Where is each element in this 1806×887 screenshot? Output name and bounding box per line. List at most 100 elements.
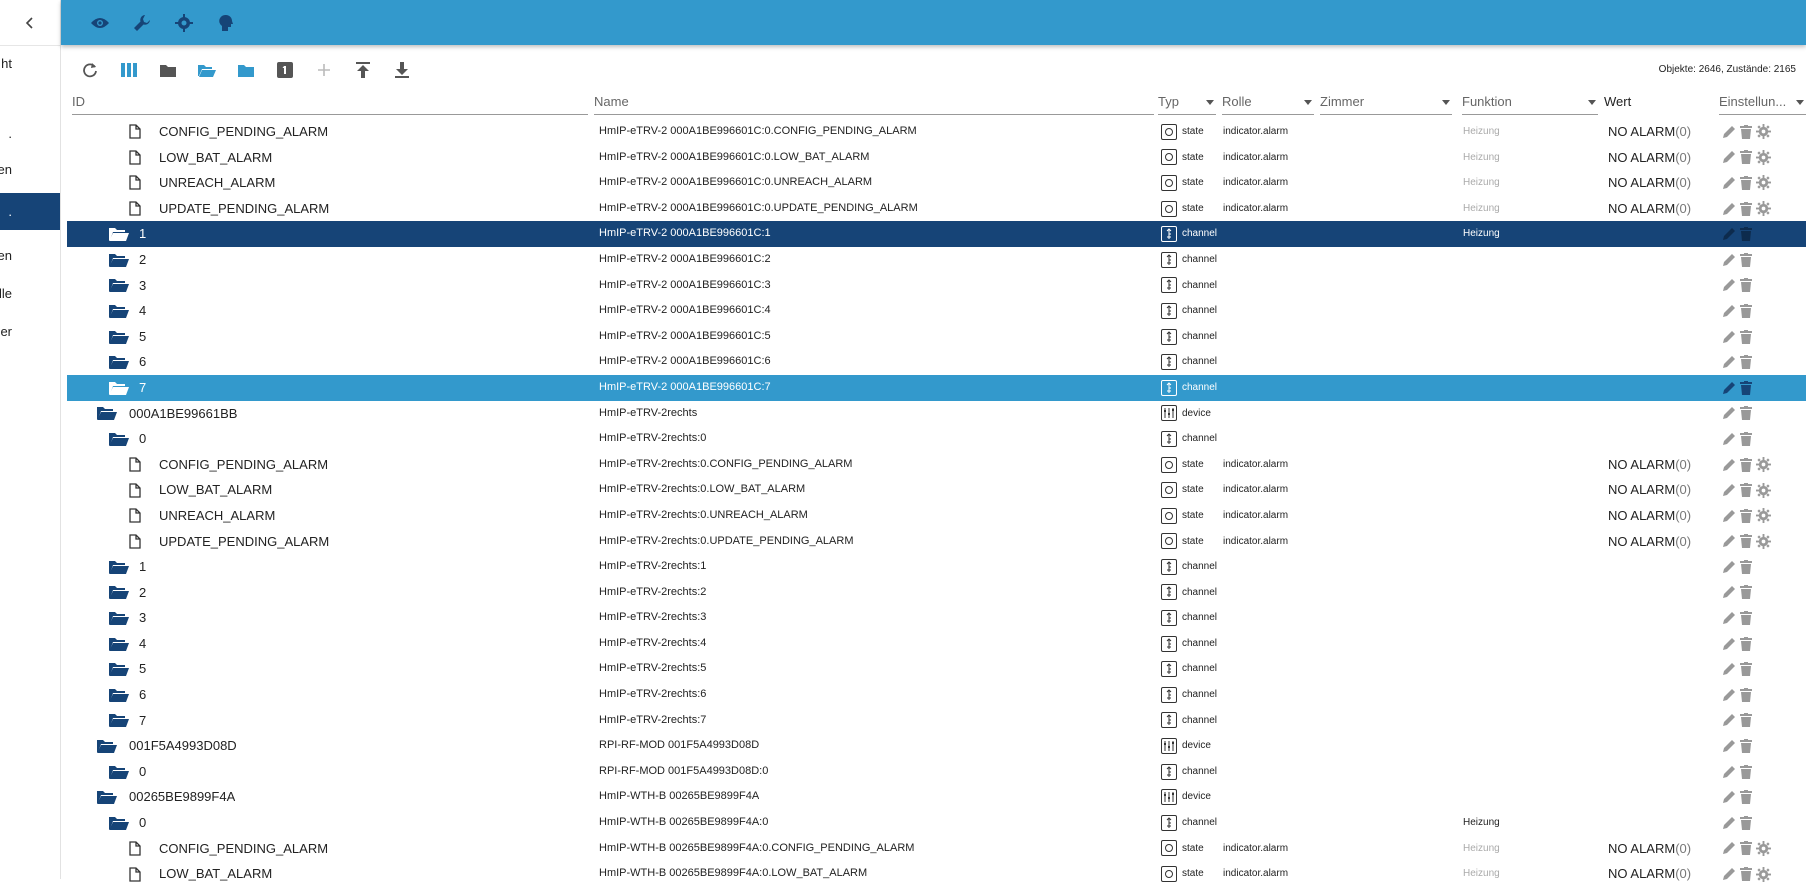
column-header-funktion[interactable]: Funktion bbox=[1462, 92, 1598, 115]
sidebar-item[interactable]: ht bbox=[0, 45, 60, 82]
delete-trash-icon[interactable] bbox=[1740, 406, 1752, 421]
file-icon[interactable] bbox=[129, 201, 141, 216]
delete-trash-icon[interactable] bbox=[1740, 227, 1752, 242]
delete-trash-icon[interactable] bbox=[1740, 764, 1752, 779]
table-row[interactable]: 1 HmIP-eTRV-2rechts:1 channel bbox=[67, 554, 1806, 580]
object-value[interactable]: NO ALARM(0) bbox=[1608, 145, 1691, 171]
edit-pencil-icon[interactable] bbox=[1722, 458, 1736, 472]
settings-gear-icon[interactable] bbox=[1756, 201, 1771, 217]
file-icon[interactable] bbox=[129, 508, 141, 523]
dropdown-arrow-icon[interactable] bbox=[1304, 100, 1312, 105]
delete-trash-icon[interactable] bbox=[1740, 585, 1752, 600]
table-row[interactable]: 0 HmIP-WTH-B 00265BE9899F4A:0 channel Heizu… bbox=[67, 810, 1806, 836]
delete-trash-icon[interactable] bbox=[1740, 457, 1752, 472]
folder-open-icon[interactable] bbox=[97, 790, 117, 805]
delete-trash-icon[interactable] bbox=[1740, 483, 1752, 498]
object-value[interactable]: NO ALARM(0) bbox=[1608, 170, 1691, 196]
edit-pencil-icon[interactable] bbox=[1722, 688, 1736, 702]
edit-pencil-icon[interactable] bbox=[1722, 816, 1736, 830]
folder-open-icon[interactable] bbox=[109, 432, 129, 446]
settings-gear-icon[interactable] bbox=[1756, 457, 1771, 473]
edit-pencil-icon[interactable] bbox=[1722, 841, 1736, 855]
delete-trash-icon[interactable] bbox=[1740, 201, 1752, 216]
delete-trash-icon[interactable] bbox=[1740, 636, 1752, 651]
edit-pencil-icon[interactable] bbox=[1722, 406, 1736, 420]
folder-open-icon[interactable] bbox=[109, 560, 129, 574]
delete-trash-icon[interactable] bbox=[1740, 252, 1752, 267]
plus-icon[interactable] bbox=[312, 58, 336, 82]
table-row[interactable]: 1 HmIP-eTRV-2 000A1BE996601C:1 channel Heiz… bbox=[67, 221, 1806, 247]
folder-icon[interactable] bbox=[156, 58, 180, 82]
table-row[interactable]: 0 RPI-RF-MOD 001F5A4993D08D:0 channel bbox=[67, 759, 1806, 785]
column-header-rolle[interactable]: Rolle bbox=[1222, 92, 1314, 115]
delete-trash-icon[interactable] bbox=[1740, 175, 1752, 190]
edit-pencil-icon[interactable] bbox=[1722, 381, 1736, 395]
sidebar-item[interactable]: . bbox=[0, 115, 60, 152]
table-row[interactable]: 00265BE9899F4A HmIP-WTH-B 00265BE9899F4A d… bbox=[67, 784, 1806, 810]
object-value[interactable]: NO ALARM(0) bbox=[1608, 196, 1691, 222]
delete-trash-icon[interactable] bbox=[1740, 508, 1752, 523]
file-icon[interactable] bbox=[129, 866, 141, 882]
folder-open-icon[interactable] bbox=[195, 58, 219, 82]
settings-gear-icon[interactable] bbox=[1756, 840, 1771, 856]
edit-pencil-icon[interactable] bbox=[1722, 662, 1736, 676]
folder-open-icon[interactable] bbox=[109, 688, 129, 702]
settings-gear-icon[interactable] bbox=[1756, 149, 1771, 165]
table-row[interactable]: 6 HmIP-eTRV-2 000A1BE996601C:6 channel bbox=[67, 349, 1806, 375]
edit-pencil-icon[interactable] bbox=[1722, 713, 1736, 727]
folder-open-icon[interactable] bbox=[109, 816, 129, 830]
delete-trash-icon[interactable] bbox=[1740, 329, 1752, 344]
settings-gear-icon[interactable] bbox=[1756, 175, 1771, 191]
delete-trash-icon[interactable] bbox=[1740, 150, 1752, 165]
edit-pencil-icon[interactable] bbox=[1722, 176, 1736, 190]
object-value[interactable]: NO ALARM(0) bbox=[1608, 119, 1691, 145]
column-header-name[interactable]: Name bbox=[594, 92, 1154, 115]
sidebar-item[interactable]: ungen bbox=[0, 237, 60, 274]
table-row[interactable]: UNREACH_ALARM HmIP-eTRV-2 000A1BE996601C:… bbox=[67, 170, 1806, 196]
folder-open-icon[interactable] bbox=[109, 304, 129, 318]
delete-trash-icon[interactable] bbox=[1740, 815, 1752, 830]
table-row[interactable]: 0 HmIP-eTRV-2rechts:0 channel bbox=[67, 426, 1806, 452]
folder-open-icon[interactable] bbox=[97, 739, 117, 754]
folder-open-icon[interactable] bbox=[109, 713, 129, 728]
settings-gear-icon[interactable] bbox=[1756, 124, 1771, 140]
table-row[interactable]: 4 HmIP-eTRV-2rechts:4 channel bbox=[67, 631, 1806, 657]
column-header-zimmer[interactable]: Zimmer bbox=[1320, 92, 1452, 115]
edit-pencil-icon[interactable] bbox=[1722, 304, 1736, 318]
edit-pencil-icon[interactable] bbox=[1722, 509, 1736, 523]
folder-open-icon[interactable] bbox=[109, 278, 129, 293]
folder-open-icon[interactable] bbox=[109, 637, 129, 651]
delete-trash-icon[interactable] bbox=[1740, 841, 1752, 856]
object-value[interactable]: NO ALARM(0) bbox=[1608, 836, 1691, 862]
table-row[interactable]: 001F5A4993D08D RPI-RF-MOD 001F5A4993D08D d… bbox=[67, 733, 1806, 759]
sidebar-item[interactable]: lle bbox=[0, 275, 60, 312]
table-row[interactable]: LOW_BAT_ALARM HmIP-eTRV-2rechts:0.LOW_BAT… bbox=[67, 477, 1806, 503]
settings-gear-icon[interactable] bbox=[1756, 482, 1771, 498]
edit-pencil-icon[interactable] bbox=[1722, 637, 1736, 651]
delete-trash-icon[interactable] bbox=[1740, 662, 1752, 677]
file-icon[interactable] bbox=[129, 841, 141, 856]
table-row[interactable]: CONFIG_PENDING_ALARM HmIP-WTH-B 00265BE98… bbox=[67, 836, 1806, 862]
settings-gear-icon[interactable] bbox=[1756, 866, 1771, 882]
object-value[interactable]: NO ALARM(0) bbox=[1608, 503, 1691, 529]
object-value[interactable]: NO ALARM(0) bbox=[1608, 529, 1691, 555]
delete-trash-icon[interactable] bbox=[1740, 380, 1752, 395]
refresh-icon[interactable] bbox=[78, 58, 102, 82]
folder-open-icon[interactable] bbox=[109, 381, 129, 395]
table-row[interactable]: 000A1BE99661BB HmIP-eTRV-2rechts device bbox=[67, 401, 1806, 427]
file-icon[interactable] bbox=[129, 534, 141, 549]
file-icon[interactable] bbox=[129, 457, 141, 472]
edit-pencil-icon[interactable] bbox=[1722, 125, 1736, 139]
folder-open-icon[interactable] bbox=[97, 406, 117, 421]
folder-filled-icon[interactable] bbox=[234, 58, 258, 82]
delete-trash-icon[interactable] bbox=[1740, 739, 1752, 754]
table-row[interactable]: 5 HmIP-eTRV-2 000A1BE996601C:5 channel bbox=[67, 324, 1806, 350]
edit-pencil-icon[interactable] bbox=[1722, 432, 1736, 446]
download-icon[interactable] bbox=[390, 58, 414, 82]
chevron-left-icon[interactable] bbox=[23, 16, 37, 30]
file-icon[interactable] bbox=[129, 482, 141, 498]
table-row[interactable]: 7 HmIP-eTRV-2rechts:7 channel bbox=[67, 708, 1806, 734]
number-one-icon[interactable] bbox=[273, 58, 297, 82]
table-row[interactable]: 5 HmIP-eTRV-2rechts:5 channel bbox=[67, 656, 1806, 682]
dropdown-arrow-icon[interactable] bbox=[1442, 100, 1450, 105]
